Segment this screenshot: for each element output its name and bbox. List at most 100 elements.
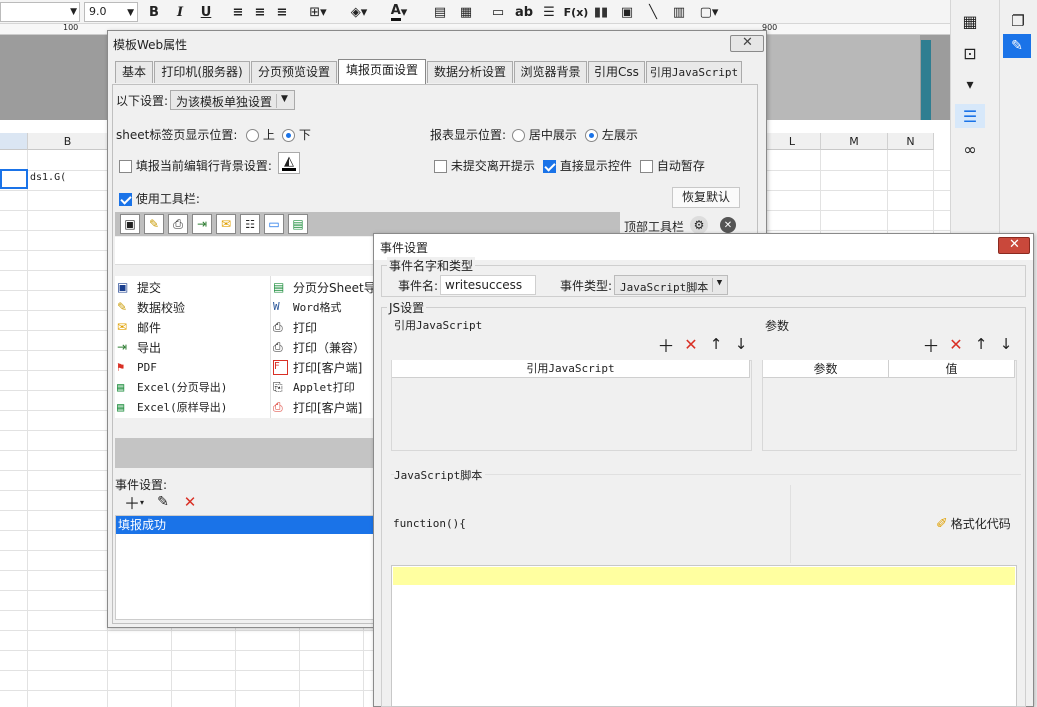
tab-fill-page[interactable]: 填报页面设置 xyxy=(338,59,426,84)
column-header-l[interactable]: L xyxy=(764,133,821,150)
event-list-item[interactable]: 填报成功 xyxy=(116,516,375,534)
tab-data-analysis[interactable]: 数据分析设置 xyxy=(427,61,513,83)
merge-cells-icon[interactable]: ▤ xyxy=(432,2,448,22)
tab-printer-server[interactable]: 打印机(服务器) xyxy=(154,61,250,83)
export-icon[interactable]: ⇥ xyxy=(192,214,212,234)
cell-attribute-icon[interactable]: ▦ xyxy=(959,10,981,32)
list-item-verify[interactable]: ✎ 数据校验 xyxy=(117,297,185,317)
print-icon[interactable]: ⎙ xyxy=(168,214,188,234)
list-item-sheet-export[interactable]: ▤ 分页分Sheet导出 xyxy=(273,277,373,297)
param-col-header: 参数 xyxy=(763,360,889,378)
more-border-icon[interactable]: ▢▾ xyxy=(696,2,722,22)
list-item-pdf-print[interactable]: ⎙ 打印[客户端] xyxy=(273,397,362,417)
check-pencil-icon[interactable]: ✎ xyxy=(144,214,164,234)
underline-button[interactable]: U xyxy=(198,2,214,22)
border-icon[interactable]: ⊞▾ xyxy=(306,2,330,22)
split-cells-icon[interactable]: ▦ xyxy=(458,2,474,22)
radio-report-left[interactable]: 左展示 xyxy=(585,126,638,143)
excel-icon[interactable]: ▤ xyxy=(288,214,308,234)
radio-sheet-top[interactable]: 上 xyxy=(246,126,275,143)
selected-cell[interactable] xyxy=(0,169,28,189)
link-icon[interactable]: ∞ xyxy=(959,138,981,160)
bold-button[interactable]: B xyxy=(146,2,162,22)
list-item-word[interactable]: W Word格式 xyxy=(273,297,342,317)
formula-button[interactable]: F(x) xyxy=(564,2,589,22)
list-item-excel-page[interactable]: ▤ Excel(分页导出) xyxy=(117,377,227,397)
edit-icon[interactable]: ✎ xyxy=(1003,34,1031,58)
dropdown-widget-icon[interactable]: ▾ xyxy=(959,74,981,96)
format-code-button[interactable]: ✐ 格式化代码 xyxy=(936,515,1011,532)
column-header-a[interactable] xyxy=(0,133,28,150)
row-bg-checkbox[interactable]: 填报当前编辑行背景设置: xyxy=(119,157,272,174)
tree-icon[interactable]: ☷ xyxy=(240,214,260,234)
align-right-icon[interactable]: ≡ xyxy=(274,2,290,22)
event-type-select[interactable]: JavaScript脚本 ▼ xyxy=(614,275,728,295)
add-event-button[interactable]: ＋ ▾ xyxy=(121,493,147,513)
delete-event-icon[interactable]: ✕ xyxy=(181,493,199,511)
tab-css[interactable]: 引用Css xyxy=(588,61,645,83)
italic-button[interactable]: I xyxy=(172,2,188,22)
list-item-applet-print[interactable]: ⎘ Applet打印 xyxy=(273,377,355,397)
unsubmitted-checkbox[interactable]: 未提交离开提示 xyxy=(434,157,535,174)
row-bg-color-button[interactable]: ◭ xyxy=(278,152,300,174)
delete-param-icon[interactable]: ✕ xyxy=(947,335,965,354)
item-label: Excel(原样导出) xyxy=(137,401,228,414)
autosave-checkbox[interactable]: 自动暂存 xyxy=(640,157,705,174)
font-color-button[interactable]: A ▾ xyxy=(386,2,412,22)
font-family-select[interactable]: ▼ xyxy=(0,2,80,22)
save-icon[interactable]: ▣ xyxy=(120,214,140,234)
text-cell-button[interactable]: ab xyxy=(514,2,534,22)
close-button[interactable]: ✕ xyxy=(730,35,764,52)
list-item-mail[interactable]: ✉ 邮件 xyxy=(117,317,161,337)
list-item-print[interactable]: ⎙ 打印 xyxy=(273,317,317,337)
param-move-down-icon[interactable]: ↓ xyxy=(997,335,1015,353)
event-name-input[interactable]: writesuccess xyxy=(440,275,536,295)
column-header-n[interactable]: N xyxy=(888,133,934,150)
add-ref-icon[interactable]: ＋ xyxy=(657,335,675,357)
rich-text-icon[interactable]: ☰ xyxy=(540,2,558,22)
slash-icon[interactable]: ╲ xyxy=(644,2,662,22)
list-item-pdf[interactable]: ⚑ PDF xyxy=(117,357,157,377)
layout-icon[interactable]: ⊡ xyxy=(959,42,981,64)
tab-basic[interactable]: 基本 xyxy=(115,61,153,83)
condition-icon[interactable]: ☰ xyxy=(955,104,985,128)
code-editor[interactable] xyxy=(391,565,1017,707)
radio-sheet-bottom[interactable]: 下 xyxy=(282,126,311,143)
close-circle-icon[interactable]: ✕ xyxy=(720,217,736,233)
mail-icon[interactable]: ✉ xyxy=(216,214,236,234)
add-param-icon[interactable]: ＋ xyxy=(922,335,940,357)
align-center-icon[interactable]: ≡ xyxy=(252,2,268,22)
radio-report-center[interactable]: 居中展示 xyxy=(512,126,577,143)
widget-icon[interactable]: ▥ xyxy=(670,2,688,22)
use-toolbar-checkbox[interactable]: 使用工具栏: xyxy=(119,190,200,207)
column-header-b[interactable]: B xyxy=(28,133,108,150)
list-item-print-client[interactable]: F 打印[客户端] xyxy=(273,357,362,377)
fill-color-icon[interactable]: ◈▾ xyxy=(346,2,372,22)
delete-ref-icon[interactable]: ✕ xyxy=(682,335,700,354)
column-header-m[interactable]: M xyxy=(821,133,888,150)
close-button[interactable]: ✕ xyxy=(998,237,1030,254)
gear-icon[interactable]: ⚙ xyxy=(690,216,708,234)
chart-icon[interactable]: ▮▮ xyxy=(592,2,610,22)
list-item-export[interactable]: ⇥ 导出 xyxy=(117,337,161,357)
settings-scope-select[interactable]: 为该模板单独设置 ▼ xyxy=(170,90,295,110)
align-left-icon[interactable]: ≡ xyxy=(230,2,246,22)
edit-event-icon[interactable]: ✎ xyxy=(154,493,172,511)
move-down-icon[interactable]: ↓ xyxy=(732,335,750,353)
font-size-select[interactable]: 9.0 ▼ xyxy=(84,2,138,22)
param-move-up-icon[interactable]: ↑ xyxy=(972,335,990,353)
direct-show-checkbox[interactable]: 直接显示控件 xyxy=(543,157,632,174)
window-icon[interactable]: ▭ xyxy=(264,214,284,234)
move-up-icon[interactable]: ↑ xyxy=(707,335,725,353)
tab-page-preview[interactable]: 分页预览设置 xyxy=(251,61,337,83)
list-item-print-compat[interactable]: ⎙ 打印（兼容） xyxy=(273,337,365,357)
tab-browser-bg[interactable]: 浏览器背景 xyxy=(514,61,587,83)
web-dialog-titlebar[interactable]: 模板Web属性 xyxy=(108,31,766,57)
list-item-excel-original[interactable]: ▤ Excel(原样导出) xyxy=(117,397,227,417)
image-icon[interactable]: ▣ xyxy=(618,2,636,22)
copy-icon[interactable]: ❐ xyxy=(1007,10,1029,32)
tab-javascript[interactable]: 引用JavaScript xyxy=(646,61,742,83)
list-item-submit[interactable]: ▣ 提交 xyxy=(117,277,161,297)
insert-icon[interactable]: ▭ xyxy=(489,2,507,22)
restore-default-button[interactable]: 恢复默认 xyxy=(672,187,740,208)
